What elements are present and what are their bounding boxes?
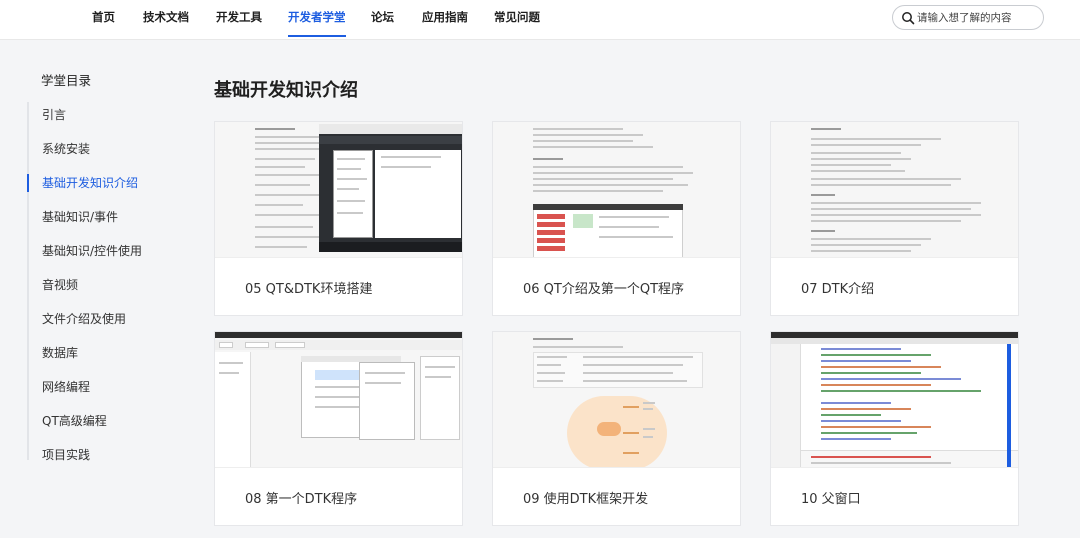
sidebar-item-database[interactable]: 数据库 <box>27 336 197 370</box>
sidebar-item-basic-dev-knowledge[interactable]: 基础开发知识介绍 <box>27 166 197 200</box>
card-title: 05 QT&DTK环境搭建 <box>245 282 373 297</box>
course-card-dtk-intro[interactable]: 07 DTK介绍 <box>770 121 1019 316</box>
search-icon[interactable] <box>901 11 915 25</box>
course-card-qt-dtk-env[interactable]: 05 QT&DTK环境搭建 <box>214 121 463 316</box>
card-title: 07 DTK介绍 <box>801 282 875 297</box>
card-thumbnail <box>215 122 462 258</box>
sidebar-item-basics-widgets[interactable]: 基础知识/控件使用 <box>27 234 197 268</box>
sidebar-item-audio-video[interactable]: 音视频 <box>27 268 197 302</box>
nav-home[interactable]: 首页 <box>92 0 115 40</box>
sidebar-item-files[interactable]: 文件介绍及使用 <box>27 302 197 336</box>
sidebar-item-project-practice[interactable]: 项目实践 <box>27 438 197 472</box>
course-card-parent-window[interactable]: 10 父窗口 <box>770 331 1019 526</box>
card-thumbnail <box>771 122 1018 258</box>
sidebar-item-qt-advanced[interactable]: QT高级编程 <box>27 404 197 438</box>
nav-developer-academy[interactable]: 开发者学堂 <box>288 0 346 40</box>
sidebar-menu: 引言 系统安装 基础开发知识介绍 基础知识/事件 基础知识/控件使用 音视频 文… <box>27 98 197 472</box>
nav-forum[interactable]: 论坛 <box>371 0 394 40</box>
nav-tech-docs[interactable]: 技术文档 <box>143 0 189 40</box>
card-title: 08 第一个DTK程序 <box>245 492 358 507</box>
course-card-dtk-framework[interactable]: 09 使用DTK框架开发 <box>492 331 741 526</box>
nav-app-guide[interactable]: 应用指南 <box>422 0 468 40</box>
card-title: 06 QT介绍及第一个QT程序 <box>523 282 685 297</box>
card-thumbnail <box>493 332 740 468</box>
sidebar-item-network[interactable]: 网络编程 <box>27 370 197 404</box>
card-title: 10 父窗口 <box>801 492 861 507</box>
page-title: 基础开发知识介绍 <box>214 80 358 101</box>
sidebar-item-introduction[interactable]: 引言 <box>27 98 197 132</box>
card-thumbnail <box>493 122 740 258</box>
card-title: 09 使用DTK框架开发 <box>523 492 649 507</box>
card-thumbnail <box>215 332 462 468</box>
search-input[interactable] <box>917 8 1039 27</box>
sidebar-title: 学堂目录 <box>41 73 92 88</box>
top-navigation: 首页 技术文档 开发工具 开发者学堂 论坛 应用指南 常见问题 <box>0 0 1080 40</box>
nav-dev-tools[interactable]: 开发工具 <box>216 0 262 40</box>
sidebar-item-system-install[interactable]: 系统安装 <box>27 132 197 166</box>
card-thumbnail <box>771 332 1018 468</box>
sidebar-item-basics-events[interactable]: 基础知识/事件 <box>27 200 197 234</box>
course-card-qt-intro[interactable]: 06 QT介绍及第一个QT程序 <box>492 121 741 316</box>
nav-faq[interactable]: 常见问题 <box>494 0 540 40</box>
search-box <box>892 5 1044 30</box>
course-card-first-dtk-program[interactable]: 08 第一个DTK程序 <box>214 331 463 526</box>
